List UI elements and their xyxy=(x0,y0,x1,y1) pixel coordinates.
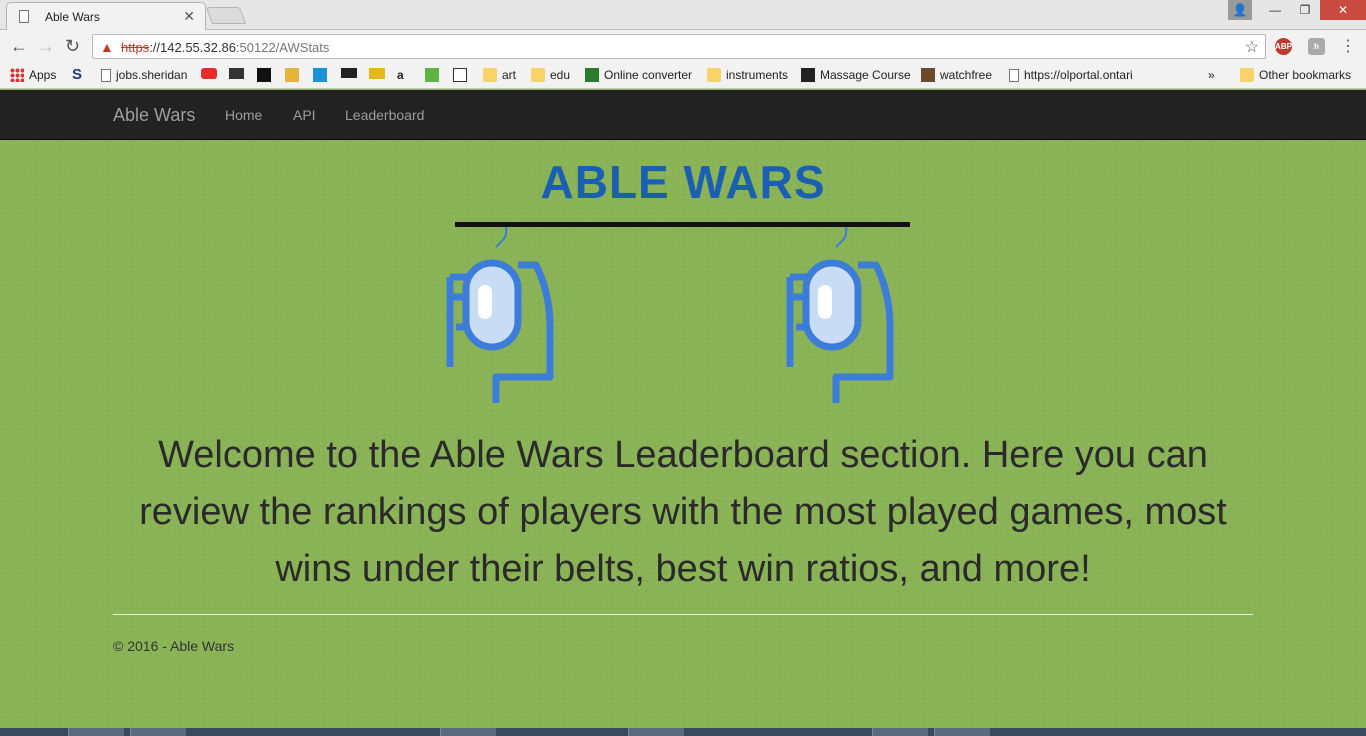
amazon-icon[interactable]: a xyxy=(397,68,404,82)
film-strip-icon[interactable] xyxy=(341,68,362,78)
bookmark-label: instruments xyxy=(726,68,789,82)
main-content: ABLE WARS Welcome to the Able Wars Leade… xyxy=(0,141,1366,728)
browser-menu-icon[interactable]: ⋮ xyxy=(1340,36,1356,56)
taskbar-app[interactable] xyxy=(68,728,124,736)
welcome-text: Welcome to the Able Wars Leaderboard sec… xyxy=(139,434,1227,590)
dollar-icon[interactable] xyxy=(257,68,276,82)
browser-tab-strip: Able Wars ✕ 👤 — ❐ ✕ xyxy=(0,0,1366,30)
footer-divider xyxy=(113,614,1253,615)
browser-tab[interactable]: Able Wars ✕ xyxy=(6,2,206,30)
bookmark-label: Online converter xyxy=(604,68,693,82)
new-tab-button[interactable] xyxy=(205,7,247,24)
bookmark-apps[interactable]: Apps xyxy=(10,68,56,82)
insecure-warning-icon[interactable]: ▲ xyxy=(100,39,114,55)
back-arrow-icon[interactable]: ← xyxy=(10,37,28,55)
navbar-brand[interactable]: Able Wars xyxy=(113,105,195,126)
youtube-icon[interactable] xyxy=(201,68,222,79)
converter-icon xyxy=(585,68,599,82)
bookmark-label: Other bookmarks xyxy=(1259,68,1352,82)
a-icon xyxy=(801,68,815,82)
bookmark-olportal[interactable]: https://olportal.ontari xyxy=(1009,68,1144,82)
bookmark-edu[interactable]: edu xyxy=(531,68,570,82)
nav-link-api[interactable]: API xyxy=(293,107,316,123)
bookmark-instruments[interactable]: instruments xyxy=(707,68,788,82)
bookmark-label: art xyxy=(502,68,517,82)
url-path: :50122/AWStats xyxy=(235,40,330,55)
site-navbar: Able Wars Home API Leaderboard xyxy=(0,90,1366,140)
apps-grid-icon xyxy=(10,68,24,82)
bookmark-jobs-sheridan[interactable]: jobs.sheridan xyxy=(101,68,187,82)
nav-link-leaderboard[interactable]: Leaderboard xyxy=(345,107,424,123)
forward-arrow-icon[interactable]: → xyxy=(37,37,55,55)
browser-toolbar: ← → ↻ ▲ https://142.55.32.86:50122/AWSta… xyxy=(0,30,1366,63)
bookmark-label: jobs.sheridan xyxy=(116,68,188,82)
logo-title: ABLE WARS xyxy=(540,156,826,208)
taskbar-app[interactable] xyxy=(440,728,496,736)
taskbar-app[interactable] xyxy=(130,728,186,736)
window-controls: 👤 — ❐ ✕ xyxy=(1228,0,1366,20)
mascot-icon[interactable] xyxy=(285,68,304,82)
footer-copyright: © 2016 - Able Wars xyxy=(113,638,235,654)
folder-icon xyxy=(531,68,545,82)
bookmark-watchfree[interactable]: watchfree xyxy=(921,68,992,82)
car-icon[interactable] xyxy=(229,68,249,79)
hand-mouse-icon-left xyxy=(446,227,554,403)
bookmark-label: watchfree xyxy=(940,68,993,82)
page-icon xyxy=(101,68,111,82)
nav-link-home[interactable]: Home xyxy=(225,107,262,123)
taskbar-app[interactable] xyxy=(872,728,928,736)
bookmark-label: Apps xyxy=(29,68,57,82)
bookmark-label: edu xyxy=(550,68,571,82)
w3schools-icon[interactable] xyxy=(425,68,444,82)
address-bar[interactable]: ▲ https://142.55.32.86:50122/AWStats ☆ xyxy=(92,34,1266,59)
adblock-extension-icon[interactable]: ABP xyxy=(1275,38,1292,55)
taskbar-app[interactable] xyxy=(628,728,684,736)
bookmark-other-bookmarks[interactable]: Other bookmarks xyxy=(1240,68,1351,82)
bookmark-art[interactable]: art xyxy=(483,68,516,82)
tab-title: Able Wars xyxy=(45,10,100,24)
folder-icon xyxy=(707,68,721,82)
hand-mouse-icon-right xyxy=(786,227,894,403)
url-text[interactable]: https://142.55.32.86:50122/AWStats xyxy=(121,40,329,55)
c-icon[interactable] xyxy=(453,68,472,82)
bookmark-label: Massage Course xyxy=(820,68,911,82)
sheridan-s-icon[interactable]: S xyxy=(72,66,82,83)
bookmark-label: https://olportal.ontari xyxy=(1024,68,1133,82)
reload-icon[interactable]: ↻ xyxy=(65,37,80,55)
bookmarks-bar: Apps S jobs.sheridan a art edu Online co… xyxy=(0,63,1366,89)
imdb-icon[interactable] xyxy=(369,68,390,79)
window-close-icon[interactable]: ✕ xyxy=(1320,0,1366,20)
restore-icon[interactable]: ❐ xyxy=(1290,0,1320,20)
bookmark-star-icon[interactable]: ☆ xyxy=(1245,37,1259,57)
folder-icon xyxy=(1240,68,1254,82)
play-icon[interactable] xyxy=(313,68,332,82)
page-icon xyxy=(1009,68,1019,82)
minimize-icon[interactable]: — xyxy=(1260,0,1290,20)
taskbar-app[interactable] xyxy=(934,728,990,736)
overflow-chevron-icon[interactable]: » xyxy=(1208,68,1215,82)
bookmark-massage-course[interactable]: Massage Course xyxy=(801,68,911,82)
extension-icon[interactable]: h xyxy=(1308,38,1325,55)
bookmark-online-converter[interactable]: Online converter xyxy=(585,68,692,82)
os-taskbar xyxy=(0,728,1366,736)
url-scheme: https xyxy=(121,40,150,55)
profile-icon[interactable]: 👤 xyxy=(1228,0,1252,20)
tab-close-icon[interactable]: ✕ xyxy=(183,8,195,25)
page-favicon-icon xyxy=(19,10,29,23)
folder-icon xyxy=(483,68,497,82)
url-host: ://142.55.32.86 xyxy=(149,40,236,55)
film-icon xyxy=(921,68,935,82)
